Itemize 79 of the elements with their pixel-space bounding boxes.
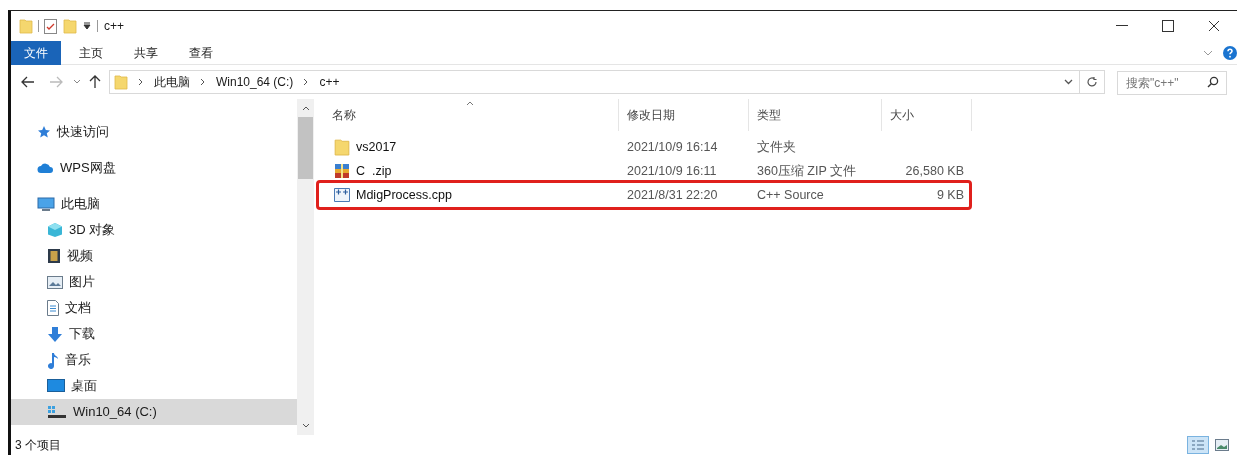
- file-name: C .zip: [356, 162, 392, 180]
- navigation-item[interactable]: 快速访问: [11, 119, 297, 145]
- properties-icon[interactable]: [44, 18, 57, 34]
- details-list-icon: [1191, 439, 1205, 451]
- cloud-icon: [37, 162, 54, 174]
- chevron-down-icon[interactable]: [73, 79, 81, 85]
- column-header[interactable]: 大小: [882, 99, 972, 131]
- image-icon: [47, 275, 63, 289]
- navigation-item[interactable]: 文档: [11, 295, 297, 321]
- navigation-item[interactable]: 此电脑: [11, 191, 297, 217]
- item-count: 3 个项目: [15, 437, 61, 454]
- chevron-right-icon[interactable]: [303, 78, 310, 86]
- close-icon[interactable]: [1208, 20, 1220, 32]
- scroll-thumb[interactable]: [298, 117, 313, 179]
- search-field[interactable]: 搜索"c++": [1117, 70, 1227, 95]
- cube-icon: [47, 222, 63, 238]
- file-name: vs2017: [356, 138, 397, 156]
- up-arrow-icon[interactable]: [89, 75, 101, 89]
- archive-icon: [334, 163, 350, 179]
- folder-icon: [114, 74, 128, 90]
- address-bar[interactable]: 此电脑 Win10_64 (C:) c++: [109, 70, 1105, 94]
- column-header[interactable]: 修改日期: [619, 99, 749, 131]
- modified-date: 2021/10/9 16:14: [626, 138, 719, 156]
- dropdown-icon[interactable]: [83, 22, 91, 30]
- file-size: 9 KB: [936, 187, 964, 202]
- folder-icon: [334, 137, 350, 157]
- navigation-item[interactable]: 视频: [11, 243, 297, 269]
- breadcrumb-item[interactable]: c++: [319, 73, 340, 91]
- file-type: 360压缩 ZIP 文件: [756, 162, 858, 180]
- navigation-item[interactable]: 下载: [11, 321, 297, 347]
- chevron-down-icon[interactable]: [1064, 79, 1073, 85]
- file-type: 文件夹: [756, 138, 797, 156]
- folder-icon: [19, 18, 33, 34]
- desktop-icon: [47, 379, 65, 393]
- file-name: MdigProcess.cpp: [356, 186, 452, 204]
- scroll-down-icon[interactable]: [301, 423, 310, 429]
- ribbon-tab[interactable]: 文件: [11, 40, 61, 65]
- navigation-item[interactable]: 3D 对象: [11, 217, 297, 243]
- ribbon-tab[interactable]: 共享: [121, 40, 171, 65]
- column-header[interactable]: 名称: [324, 99, 619, 131]
- minimize-icon[interactable]: [1116, 25, 1128, 27]
- scrollbar[interactable]: [297, 99, 314, 435]
- chevron-right-icon[interactable]: [138, 78, 144, 86]
- navigation-item[interactable]: 桌面: [11, 373, 297, 399]
- column-header[interactable]: 类型: [749, 99, 882, 131]
- new-folder-icon: [63, 18, 77, 34]
- navigation-item[interactable]: 图片: [11, 269, 297, 295]
- file-size: 26,580 KB: [905, 163, 964, 178]
- file-row[interactable]: MdigProcess.cpp 2021/8/31 22:20 C++ Source 9 KB: [324, 183, 1237, 207]
- ribbon-tab[interactable]: 主页: [66, 40, 116, 65]
- window-title: c++: [104, 18, 124, 35]
- navigation-item[interactable]: Win10_64 (C:): [11, 399, 297, 425]
- modified-date: 2021/10/9 16:11: [626, 162, 718, 180]
- sort-caret-icon: [466, 101, 474, 106]
- breadcrumb-item[interactable]: 此电脑: [154, 73, 190, 91]
- large-icons-view-icon[interactable]: [1215, 439, 1229, 451]
- breadcrumb-item[interactable]: Win10_64 (C:): [216, 73, 294, 91]
- maximize-icon[interactable]: [1162, 20, 1174, 32]
- monitor-icon: [37, 196, 55, 212]
- ribbon-tab[interactable]: 查看: [176, 40, 226, 65]
- music-note-icon: [47, 351, 59, 369]
- document-icon: [47, 300, 59, 316]
- help-icon[interactable]: [1223, 45, 1237, 60]
- star-icon: [37, 125, 51, 139]
- drive-icon: [47, 405, 67, 419]
- download-icon: [47, 325, 63, 343]
- back-arrow-icon[interactable]: [21, 76, 35, 88]
- search-icon: [1207, 75, 1219, 88]
- refresh-icon[interactable]: [1086, 76, 1098, 88]
- navigation-item[interactable]: 音乐: [11, 347, 297, 373]
- file-row[interactable]: C .zip 2021/10/9 16:11 360压缩 ZIP 文件 26,580 KB: [324, 159, 1237, 183]
- file-type: C++ Source: [756, 186, 825, 204]
- file-row[interactable]: vs2017 2021/10/9 16:14 文件夹: [324, 135, 1237, 159]
- scroll-up-icon[interactable]: [301, 105, 310, 111]
- code-file-icon: [334, 187, 350, 203]
- modified-date: 2021/8/31 22:20: [626, 186, 719, 204]
- film-icon: [47, 248, 61, 264]
- navigation-item[interactable]: WPS网盘: [11, 155, 297, 181]
- chevron-right-icon[interactable]: [200, 78, 206, 86]
